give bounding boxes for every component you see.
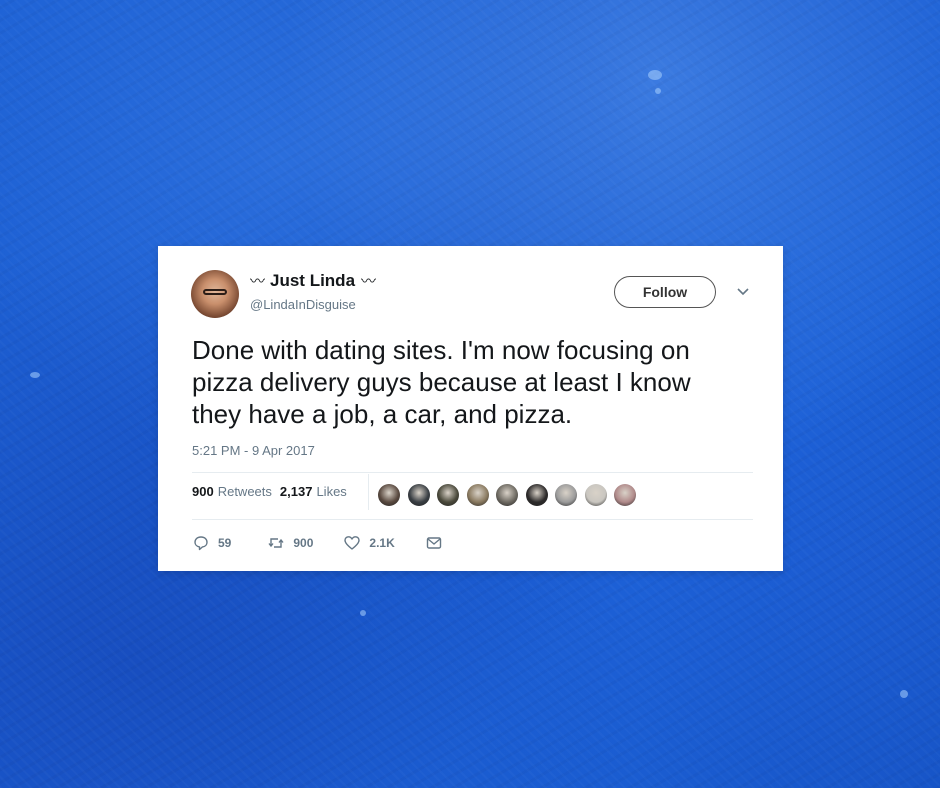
retweets-label[interactable]: Retweets <box>218 484 272 499</box>
paint-speck <box>360 610 366 616</box>
paint-speck <box>648 70 662 80</box>
retweets-count[interactable]: 900 <box>192 484 214 499</box>
divider-top <box>192 472 753 473</box>
tweet-text: Done with dating sites. I'm now focusing… <box>192 335 691 429</box>
reply-icon <box>194 536 208 551</box>
envelope-icon <box>426 537 441 549</box>
user-handle[interactable]: @LindaInDisguise <box>250 297 356 312</box>
liker-avatar[interactable] <box>496 484 518 506</box>
reply-count: 59 <box>218 536 232 550</box>
display-name-row[interactable]: 〰 Just Linda 〰 <box>250 270 376 291</box>
liker-avatar[interactable] <box>407 484 430 506</box>
tweet-actions: 59 900 2.1K <box>192 534 451 552</box>
tweet-stats: 900 Retweets 2,137 Likes <box>192 484 347 499</box>
display-name[interactable]: Just Linda <box>270 271 355 291</box>
likes-count[interactable]: 2,137 <box>280 484 313 499</box>
tweet-card: 〰 Just Linda 〰 @LindaInDisguise Follow D… <box>158 246 783 571</box>
liker-avatar[interactable] <box>378 484 400 506</box>
stats-separator <box>368 474 369 510</box>
liker-avatar[interactable] <box>584 484 607 506</box>
tweet-timestamp[interactable]: 5:21 PM - 9 Apr 2017 <box>192 443 315 458</box>
paint-speck <box>30 372 40 378</box>
retweet-count: 900 <box>293 536 314 550</box>
likes-label[interactable]: Likes <box>316 484 346 499</box>
retweet-icon <box>268 538 284 548</box>
follow-button[interactable]: Follow <box>614 276 716 308</box>
liker-avatar[interactable] <box>614 484 636 506</box>
liker-avatar[interactable] <box>555 484 577 506</box>
like-count: 2.1K <box>369 536 395 550</box>
liker-avatars <box>378 484 644 506</box>
reply-action[interactable]: 59 <box>192 534 231 552</box>
divider-bottom <box>192 519 753 520</box>
liker-avatar[interactable] <box>525 484 548 506</box>
liker-avatar[interactable] <box>466 484 489 506</box>
direct-message-action[interactable] <box>425 534 451 552</box>
retweet-action[interactable]: 900 <box>267 534 313 552</box>
avatar-glasses <box>203 289 227 295</box>
like-action[interactable]: 2.1K <box>343 534 395 552</box>
chevron-down-icon[interactable] <box>736 286 750 298</box>
name-decoration-right: 〰 <box>361 273 376 290</box>
liker-avatar[interactable] <box>437 484 459 506</box>
heart-icon <box>344 536 361 550</box>
avatar[interactable] <box>191 270 239 318</box>
paint-speck <box>655 88 661 94</box>
name-decoration-left: 〰 <box>250 273 265 290</box>
paint-speck <box>900 690 908 698</box>
